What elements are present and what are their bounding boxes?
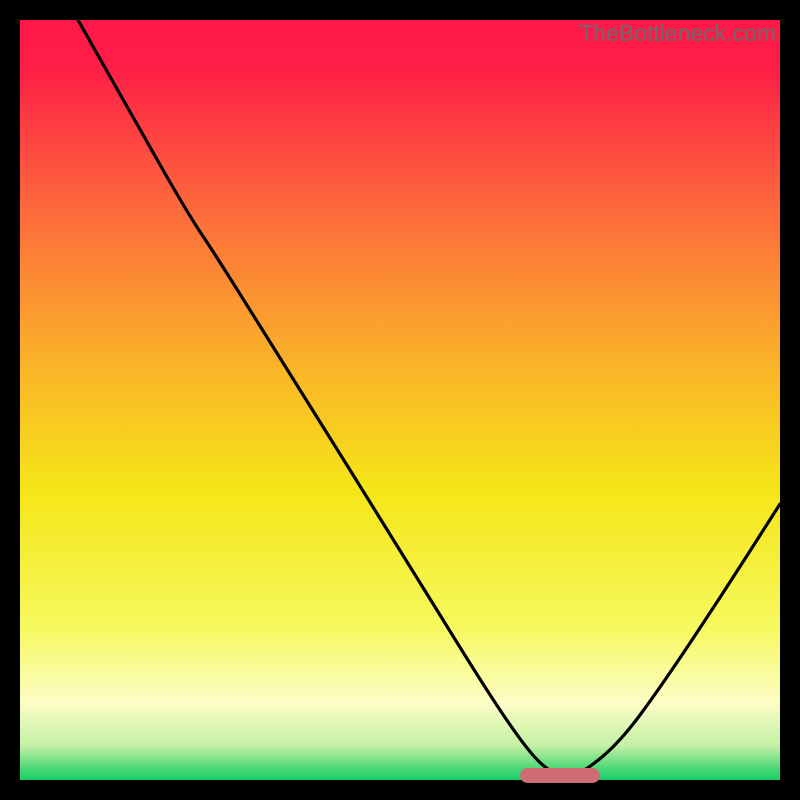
chart-plot-area <box>20 20 780 780</box>
watermark-label: TheBottleneck.com <box>579 20 776 47</box>
chart-frame: TheBottleneck.com <box>20 20 780 780</box>
optimal-marker-pill <box>520 768 600 783</box>
gradient-background <box>20 20 780 780</box>
